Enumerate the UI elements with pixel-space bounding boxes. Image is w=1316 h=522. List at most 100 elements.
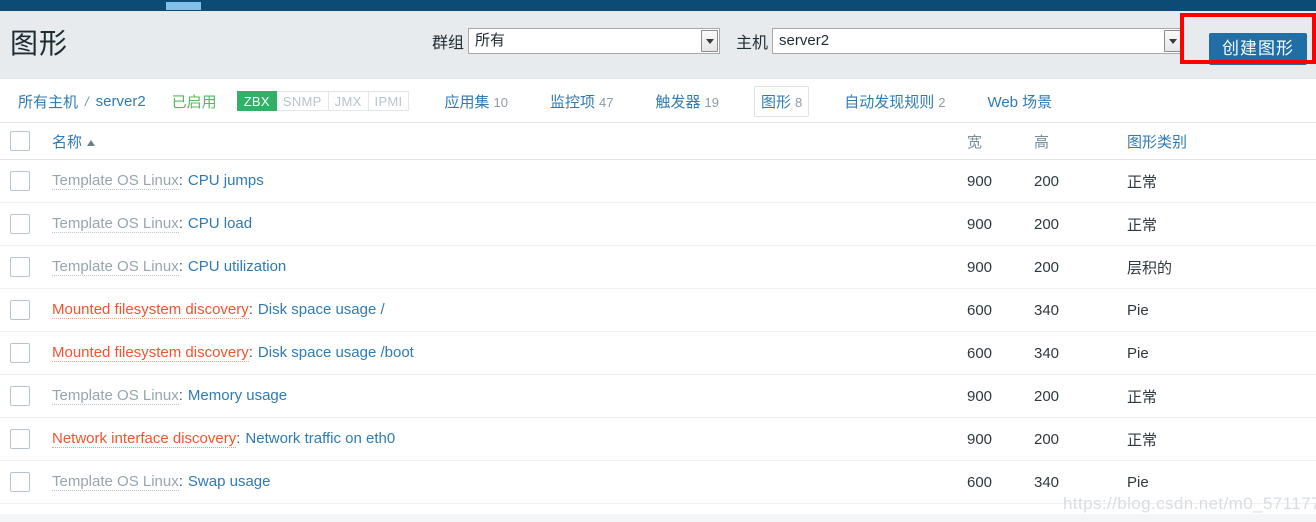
row-checkbox[interactable] — [10, 300, 30, 320]
cell-graph-type: 正常 — [1127, 173, 1158, 191]
tab-discovery-rules[interactable]: 自动发现规则 2 — [837, 86, 952, 117]
cell-height: 200 — [1034, 387, 1060, 405]
name-separator: : — [248, 301, 253, 318]
table-header-row: 名称 宽 高 图形类别 — [0, 123, 1316, 160]
tab-items-count: 47 — [598, 94, 614, 110]
cell-graph-type: 正常 — [1127, 388, 1158, 406]
sort-ascending-icon — [87, 139, 96, 146]
cell-graph-name: Network interface discovery: Network traf… — [52, 430, 967, 448]
interface-badge-zbx: ZBX — [236, 91, 277, 111]
row-checkbox[interactable] — [10, 257, 30, 277]
column-header-name-label: 名称 — [52, 133, 83, 151]
graph-name-link[interactable]: CPU utilization — [188, 258, 286, 275]
tab-web-scenarios[interactable]: Web 场景 — [980, 86, 1059, 117]
table-row: Template OS Linux: CPU utilization 900 200 层… — [0, 246, 1316, 289]
graph-source-link[interactable]: Template OS Linux — [52, 215, 179, 233]
cell-height: 340 — [1034, 344, 1060, 362]
tab-triggers-count: 19 — [704, 94, 719, 110]
graph-source-link[interactable]: Template OS Linux — [52, 387, 179, 405]
graph-name-link[interactable]: Disk space usage /boot — [258, 344, 414, 361]
host-select[interactable]: server2 — [772, 28, 1184, 54]
group-label: 群组 — [432, 35, 465, 52]
host-group-select-value: 所有 — [475, 32, 506, 49]
row-checkbox[interactable] — [10, 429, 30, 449]
create-graph-button[interactable]: 创建图形 — [1209, 33, 1307, 65]
graph-source-link[interactable]: Network interface discovery — [52, 430, 237, 448]
page-root: 图形 群组 所有 主机 server2 创建图形 所有主机 / server2 … — [0, 0, 1316, 522]
host-group-select[interactable]: 所有 — [468, 28, 721, 54]
cell-width: 900 — [967, 258, 993, 276]
cell-graph-type: 正常 — [1127, 216, 1158, 234]
chevron-down-icon[interactable] — [1164, 30, 1182, 52]
row-checkbox[interactable] — [10, 343, 30, 363]
tab-items[interactable]: 监控项 47 — [543, 86, 620, 117]
tab-graphs[interactable]: 图形 8 — [753, 85, 810, 117]
tab-items-label: 监控项 — [549, 93, 595, 111]
table-body: Template OS Linux: CPU jumps 900 200 正常 Templ… — [0, 160, 1316, 504]
host-label: 主机 — [736, 35, 769, 52]
cell-graph-name: Mounted filesystem discovery: Disk space … — [52, 344, 967, 362]
graph-name-link[interactable]: Memory usage — [188, 387, 287, 404]
row-checkbox[interactable] — [10, 472, 30, 492]
tab-discovery-rules-count: 2 — [938, 94, 946, 110]
filter-bar: 群组 所有 主机 server2 — [432, 26, 1184, 56]
graph-source-link[interactable]: Template OS Linux — [52, 258, 179, 276]
cell-width: 900 — [967, 430, 993, 448]
tab-applications-label: 应用集 — [444, 93, 490, 111]
name-separator: : — [178, 172, 183, 189]
graph-name-link[interactable]: Network traffic on eth0 — [245, 430, 395, 447]
table-row: Mounted filesystem discovery: Disk space … — [0, 332, 1316, 375]
row-checkbox[interactable] — [10, 214, 30, 234]
column-header-graph-type[interactable]: 图形类别 — [1127, 131, 1316, 152]
tab-web-scenarios-label: Web 场景 — [987, 93, 1053, 111]
graph-name-link[interactable]: CPU load — [188, 215, 252, 232]
tab-graphs-count: 8 — [794, 94, 803, 110]
cell-graph-name: Template OS Linux: CPU jumps — [52, 172, 967, 190]
cell-graph-type: Pie — [1127, 344, 1149, 362]
row-select-cell — [10, 386, 52, 406]
column-header-name[interactable]: 名称 — [52, 131, 967, 152]
host-select-value: server2 — [779, 32, 830, 49]
host-status-badge[interactable]: 已启用 — [172, 91, 217, 112]
cell-width: 600 — [967, 301, 993, 319]
top-navigation-bar — [0, 0, 1316, 11]
object-navigation-bar: 所有主机 / server2 已启用 ZBX SNMP JMX IPMI 应用集… — [0, 80, 1316, 123]
graph-name-link[interactable]: Swap usage — [188, 473, 271, 490]
graph-source-link[interactable]: Template OS Linux — [52, 473, 179, 491]
cell-height: 340 — [1034, 473, 1060, 491]
graph-source-link[interactable]: Mounted filesystem discovery — [52, 301, 249, 319]
graph-source-link[interactable]: Mounted filesystem discovery — [52, 344, 249, 362]
interface-badge-group: ZBX SNMP JMX IPMI — [236, 91, 410, 111]
graph-name-link[interactable]: Disk space usage / — [258, 301, 385, 318]
breadcrumb-host[interactable]: server2 — [96, 93, 146, 110]
cell-graph-name: Template OS Linux: CPU load — [52, 215, 967, 233]
cell-width: 900 — [967, 387, 993, 405]
row-select-cell — [10, 343, 52, 363]
tab-applications[interactable]: 应用集 10 — [437, 86, 514, 117]
table-row: Mounted filesystem discovery: Disk space … — [0, 289, 1316, 332]
interface-badge-ipmi: IPMI — [368, 91, 410, 111]
cell-graph-type: Pie — [1127, 473, 1149, 491]
row-checkbox[interactable] — [10, 171, 30, 191]
row-select-cell — [10, 214, 52, 234]
tab-triggers[interactable]: 触发器 19 — [648, 86, 725, 117]
cell-graph-type: 层积的 — [1127, 259, 1173, 277]
row-checkbox[interactable] — [10, 386, 30, 406]
cell-graph-name: Template OS Linux: Memory usage — [52, 387, 967, 405]
page-bottom-strip — [0, 514, 1316, 522]
table-row: Template OS Linux: CPU jumps 900 200 正常 — [0, 160, 1316, 203]
tab-applications-count: 10 — [493, 94, 508, 110]
cell-height: 200 — [1034, 215, 1060, 233]
breadcrumb-all-hosts[interactable]: 所有主机 — [18, 91, 78, 112]
tab-triggers-label: 触发器 — [655, 93, 701, 111]
select-all-checkbox[interactable] — [10, 131, 30, 151]
cell-width: 900 — [967, 215, 993, 233]
graph-source-link[interactable]: Template OS Linux — [52, 172, 179, 190]
interface-badge-jmx: JMX — [328, 91, 369, 111]
chevron-down-icon[interactable] — [701, 30, 719, 52]
breadcrumb-separator: / — [85, 93, 89, 109]
cell-width: 600 — [967, 473, 993, 491]
column-header-height: 高 — [1034, 133, 1050, 151]
table-row: Template OS Linux: Swap usage 600 340 Pie — [0, 461, 1316, 504]
graph-name-link[interactable]: CPU jumps — [188, 172, 264, 189]
